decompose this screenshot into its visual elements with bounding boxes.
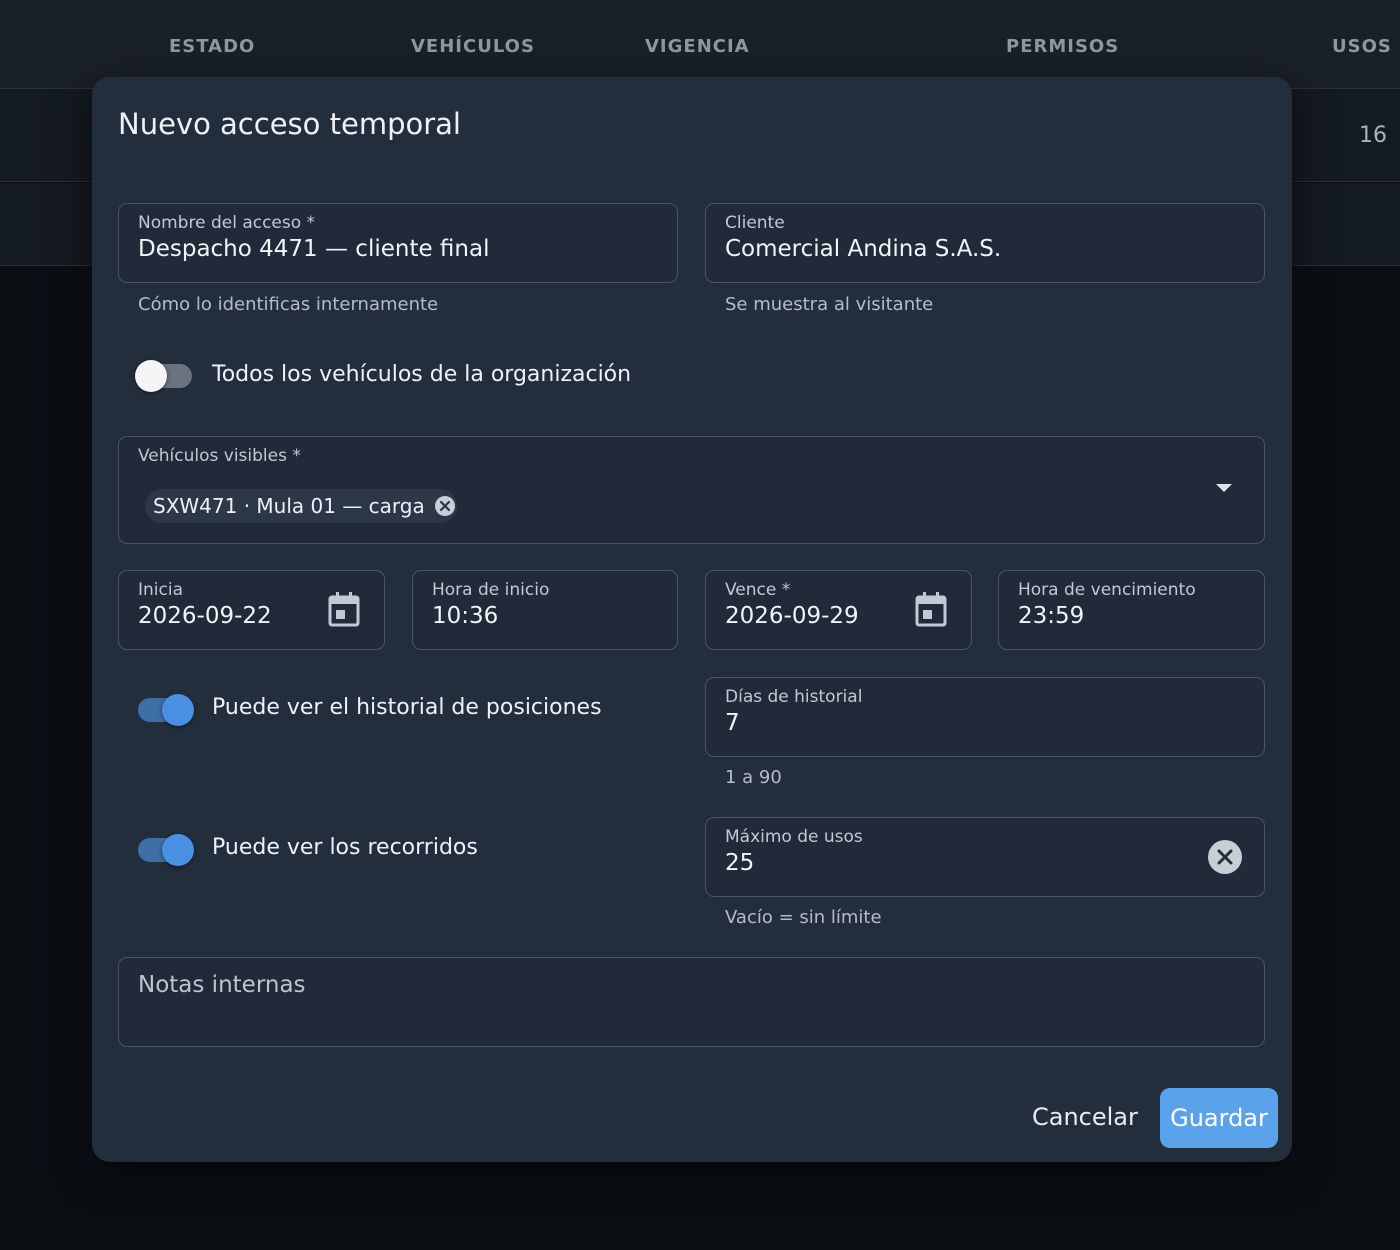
- calendar-icon[interactable]: [914, 591, 948, 627]
- start-date-value[interactable]: 2026-09-22: [138, 603, 272, 629]
- access-name-helper: Cómo lo identificas internamente: [138, 294, 439, 315]
- dialog-title: Nuevo acceso temporal: [118, 107, 461, 141]
- max-uses-field[interactable]: Máximo de usos 25: [705, 817, 1265, 897]
- expiry-date-value[interactable]: 2026-09-29: [725, 603, 859, 629]
- start-time-label: Hora de inicio: [432, 580, 550, 600]
- usos-cell: 16: [1359, 123, 1387, 148]
- start-time-field[interactable]: Hora de inicio 10:36: [412, 570, 678, 650]
- visible-vehicles-select[interactable]: Vehículos visibles * SXW471 · Mula 01 — …: [118, 436, 1265, 544]
- routes-label: Puede ver los recorridos: [212, 835, 478, 860]
- column-header-usos[interactable]: USOS: [1332, 36, 1392, 57]
- start-date-field[interactable]: Inicia 2026-09-22: [118, 570, 385, 650]
- history-label: Puede ver el historial de posiciones: [212, 695, 602, 720]
- history-days-helper: 1 a 90: [725, 767, 782, 788]
- column-header-vehiculos[interactable]: VEHÍCULOS: [411, 36, 535, 57]
- switch-thumb: [162, 694, 194, 726]
- max-uses-value[interactable]: 25: [725, 850, 754, 876]
- history-days-value[interactable]: 7: [725, 710, 740, 736]
- start-date-label: Inicia: [138, 580, 183, 600]
- max-uses-label: Máximo de usos: [725, 827, 863, 847]
- expiry-time-field[interactable]: Hora de vencimiento 23:59: [998, 570, 1265, 650]
- internal-notes-textarea[interactable]: Notas internas: [118, 957, 1265, 1047]
- save-button[interactable]: Guardar: [1160, 1088, 1278, 1148]
- client-helper: Se muestra al visitante: [725, 294, 934, 315]
- max-uses-helper: Vacío = sin límite: [725, 907, 882, 928]
- vehicle-chip[interactable]: SXW471 · Mula 01 — carga: [145, 489, 457, 523]
- start-time-value[interactable]: 10:36: [432, 603, 498, 629]
- client-field[interactable]: Cliente Comercial Andina S.A.S.: [705, 203, 1265, 283]
- clear-icon[interactable]: [1208, 840, 1242, 874]
- vehicle-chip-label: SXW471 · Mula 01 — carga: [153, 494, 425, 518]
- history-days-label: Días de historial: [725, 687, 863, 707]
- visible-vehicles-label: Vehículos visibles *: [138, 446, 301, 466]
- internal-notes-placeholder: Notas internas: [138, 972, 306, 998]
- dropdown-arrow-icon[interactable]: [1214, 482, 1234, 494]
- new-temporary-access-dialog: Nuevo acceso temporal Nombre del acceso …: [92, 77, 1292, 1162]
- column-header-estado[interactable]: ESTADO: [169, 36, 255, 57]
- expiry-date-field[interactable]: Vence * 2026-09-29: [705, 570, 972, 650]
- cancel-button[interactable]: Cancelar: [1016, 1087, 1154, 1147]
- expiry-date-label: Vence *: [725, 580, 791, 600]
- column-header-permisos[interactable]: PERMISOS: [1006, 36, 1119, 57]
- switch-thumb: [135, 360, 167, 392]
- column-header-vigencia[interactable]: VIGENCIA: [645, 36, 750, 57]
- calendar-icon[interactable]: [327, 591, 361, 627]
- client-label: Cliente: [725, 213, 785, 233]
- chip-remove-icon[interactable]: [434, 496, 455, 516]
- expiry-time-value[interactable]: 23:59: [1018, 603, 1084, 629]
- expiry-time-label: Hora de vencimiento: [1018, 580, 1196, 600]
- access-name-field[interactable]: Nombre del acceso * Despacho 4471 — clie…: [118, 203, 678, 283]
- history-days-field[interactable]: Días de historial 7: [705, 677, 1265, 757]
- switch-thumb: [162, 834, 194, 866]
- access-name-label: Nombre del acceso *: [138, 213, 316, 233]
- all-vehicles-label: Todos los vehículos de la organización: [212, 362, 632, 387]
- access-name-value[interactable]: Despacho 4471 — cliente final: [138, 236, 489, 262]
- table-header: ESTADO VEHÍCULOS VIGENCIA PERMISOS USOS: [0, 0, 1400, 89]
- client-value[interactable]: Comercial Andina S.A.S.: [725, 236, 1001, 262]
